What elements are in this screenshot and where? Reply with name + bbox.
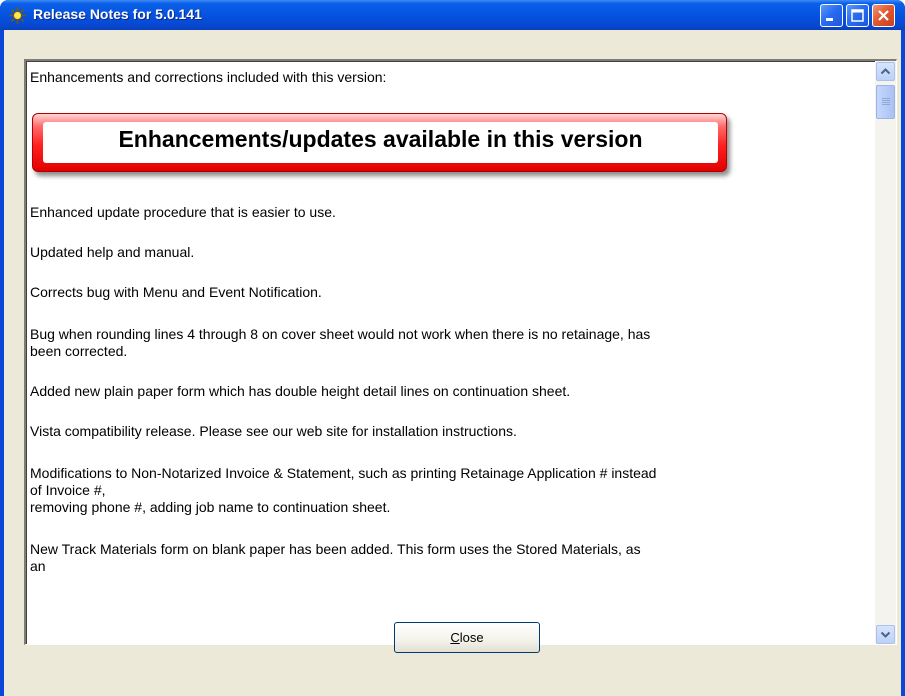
maximize-button[interactable] [846, 4, 869, 27]
minimize-button[interactable] [820, 4, 843, 27]
maximize-icon [851, 9, 864, 22]
close-button-label: lose [459, 630, 484, 645]
close-button[interactable]: Close [394, 622, 540, 653]
close-window-button[interactable] [872, 4, 895, 27]
enhancements-banner: Enhancements/updates available in this v… [32, 113, 727, 172]
chevron-up-icon [880, 68, 891, 75]
minimize-icon [826, 18, 833, 21]
note-item: an [30, 558, 46, 574]
title-bar[interactable]: Release Notes for 5.0.141 [0, 0, 905, 30]
window-client-area: Enhancements and corrections included wi… [4, 30, 901, 696]
vertical-scrollbar[interactable] [875, 61, 896, 644]
close-button-accelerator: C [450, 630, 460, 645]
scroll-up-button[interactable] [876, 62, 895, 81]
note-item: Bug when rounding lines 4 through 8 on c… [30, 326, 651, 342]
note-item: Corrects bug with Menu and Event Notific… [30, 284, 322, 300]
release-notes-content: Enhancements and corrections included wi… [30, 61, 872, 644]
chevron-down-icon [880, 631, 891, 638]
release-notes-window: Release Notes for 5.0.141 Enhancements a… [0, 0, 905, 696]
note-item: Vista compatibility release. Please see … [30, 423, 517, 439]
note-item: removing phone #, adding job name to con… [30, 499, 391, 515]
note-item: New Track Materials form on blank paper … [30, 541, 641, 557]
app-icon [9, 7, 26, 24]
note-item: been corrected. [30, 343, 128, 359]
window-title: Release Notes for 5.0.141 [33, 6, 202, 22]
note-item: Updated help and manual. [30, 244, 195, 260]
scrollbar-thumb[interactable] [876, 85, 895, 119]
note-item: Enhanced update procedure that is easier… [30, 204, 336, 220]
scroll-down-button[interactable] [876, 625, 895, 644]
release-notes-textbox[interactable]: Enhancements and corrections included wi… [24, 59, 897, 645]
note-item: Added new plain paper form which has dou… [30, 383, 571, 399]
note-item: of Invoice #, [30, 482, 106, 498]
banner-text: Enhancements/updates available in this v… [118, 126, 643, 152]
intro-text: Enhancements and corrections included wi… [30, 69, 387, 85]
close-icon [878, 10, 889, 21]
note-item: Modifications to Non-Notarized Invoice &… [30, 465, 657, 481]
